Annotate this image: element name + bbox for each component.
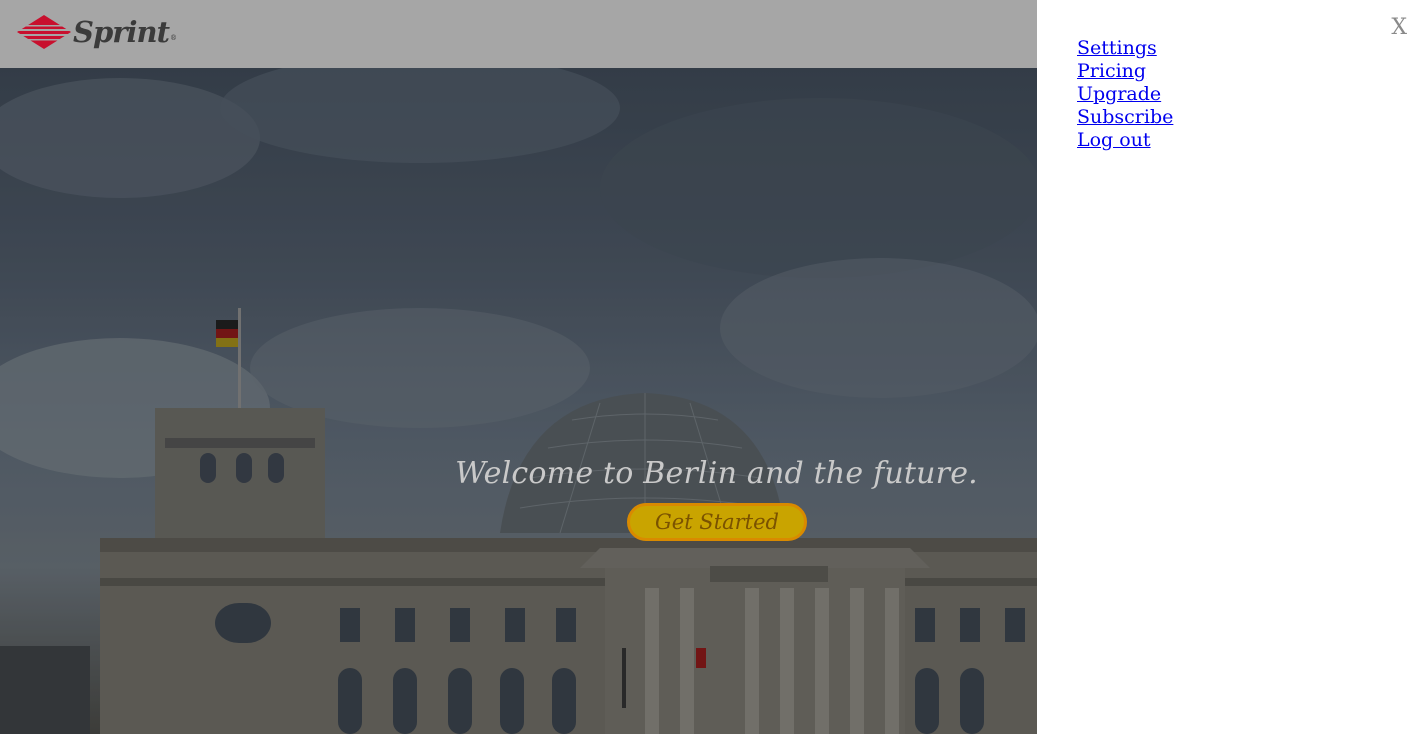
close-menu-button[interactable]: X — [1391, 15, 1407, 40]
menu-item-logout: Log out — [1077, 129, 1173, 152]
subscribe-link[interactable]: Subscribe — [1077, 106, 1173, 128]
get-started-button[interactable]: Get Started — [627, 503, 807, 541]
logo-wordmark: Sprint — [73, 15, 170, 49]
menu-item-settings: Settings — [1077, 37, 1173, 60]
menu-list: Settings Pricing Upgrade Subscribe Log o… — [1077, 37, 1173, 152]
side-menu-panel: X Settings Pricing Upgrade Subscribe Log… — [1037, 0, 1418, 734]
sprint-diamond-icon — [16, 15, 72, 49]
hero-dim-overlay — [0, 68, 1037, 734]
menu-item-subscribe: Subscribe — [1077, 106, 1173, 129]
settings-link[interactable]: Settings — [1077, 37, 1157, 59]
log-out-link[interactable]: Log out — [1077, 129, 1151, 151]
upgrade-link[interactable]: Upgrade — [1077, 83, 1161, 105]
pricing-link[interactable]: Pricing — [1077, 60, 1146, 82]
menu-item-pricing: Pricing — [1077, 60, 1173, 83]
hero-title: Welcome to Berlin and the future. — [455, 456, 978, 491]
registered-mark: ® — [170, 34, 177, 42]
hero-section: Welcome to Berlin and the future. Get St… — [0, 68, 1037, 734]
site-header: Sprint ® — [0, 0, 1037, 68]
menu-item-upgrade: Upgrade — [1077, 83, 1173, 106]
sprint-logo[interactable]: Sprint ® — [16, 14, 177, 50]
